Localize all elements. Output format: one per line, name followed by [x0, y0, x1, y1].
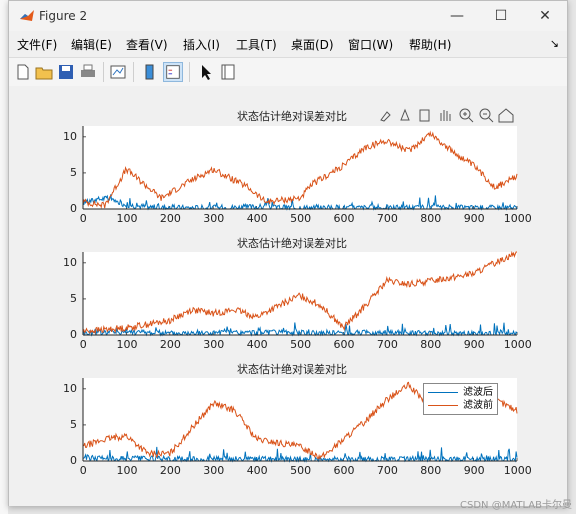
- menu-file[interactable]: 文件(F): [17, 36, 57, 53]
- matlab-logo-icon: [20, 10, 34, 21]
- zoom-in-icon[interactable]: [459, 108, 474, 123]
- menu-window[interactable]: 窗口(W): [348, 36, 393, 53]
- y-tick-label: 0: [70, 328, 77, 341]
- x-tick-label: 900: [463, 212, 485, 225]
- maximize-button[interactable]: ☐: [479, 1, 523, 31]
- save-icon[interactable]: [56, 62, 76, 82]
- x-tick-label: 200: [159, 338, 181, 351]
- print-icon[interactable]: [78, 62, 98, 82]
- plots-svg: [82, 126, 518, 463]
- y-tick-label: 5: [70, 165, 77, 179]
- menu-help[interactable]: 帮助(H): [409, 36, 451, 53]
- x-tick-label: 0: [79, 338, 87, 351]
- menu-dock-arrow-icon[interactable]: ↘: [550, 37, 559, 50]
- x-tick-label: 700: [376, 464, 398, 477]
- zoom-out-icon[interactable]: [479, 108, 494, 123]
- window-title: Figure 2: [39, 9, 88, 23]
- minimize-button[interactable]: —: [435, 1, 479, 31]
- x-tick-label: 400: [246, 212, 268, 225]
- figure-window: Figure 2 — ☐ ✕ 文件(F) 编辑(E) 查看(V) 插入(I) 工…: [8, 0, 568, 506]
- legend-line-filtered: [428, 391, 458, 393]
- data-tip-icon[interactable]: [400, 108, 410, 121]
- legend-line-raw: [428, 404, 458, 406]
- legend-entry-raw: 滤波前: [428, 399, 493, 412]
- x-tick-label: 700: [376, 338, 398, 351]
- x-tick-label: 400: [246, 464, 268, 477]
- menu-view[interactable]: 查看(V): [126, 36, 168, 53]
- legend-label-filtered: 滤波后: [463, 387, 493, 398]
- y-tick-label: 10: [63, 381, 77, 395]
- x-tick-label: 600: [333, 212, 355, 225]
- colorbar-icon[interactable]: [140, 62, 160, 82]
- legend[interactable]: 滤波后 滤波前: [423, 383, 498, 415]
- x-tick-label: 700: [376, 212, 398, 225]
- x-tick-label: 900: [463, 338, 485, 351]
- y-tick-label: 0: [70, 202, 77, 215]
- x-tick-label: 100: [116, 212, 138, 225]
- home-icon[interactable]: [498, 108, 514, 123]
- watermark: CSDN @MATLAB卡尔曼: [460, 500, 572, 511]
- title-bar: Figure 2 — ☐ ✕: [9, 1, 567, 31]
- axes1-title: 状态估计绝对误差对比: [237, 110, 347, 123]
- close-button[interactable]: ✕: [523, 1, 567, 31]
- legend-entry-filtered: 滤波后: [428, 386, 493, 399]
- y-tick-label: 10: [63, 255, 77, 269]
- figure-toolbar: [9, 57, 567, 87]
- x-tick-label: 100: [116, 338, 138, 351]
- property-inspector-icon[interactable]: [218, 62, 238, 82]
- x-tick-label: 600: [333, 338, 355, 351]
- y-tick-label: 0: [70, 454, 77, 467]
- x-tick-label: 500: [290, 212, 312, 225]
- axes2-title: 状态估计绝对误差对比: [237, 237, 347, 250]
- x-tick-label: 200: [159, 464, 181, 477]
- x-tick-label: 200: [159, 212, 181, 225]
- legend-label-raw: 滤波前: [463, 400, 493, 411]
- x-tick-label: 800: [420, 212, 442, 225]
- menu-edit[interactable]: 编辑(E): [71, 36, 112, 53]
- axes1-background: [83, 126, 517, 209]
- x-tick-label: 0: [79, 212, 87, 225]
- x-tick-label: 0: [79, 464, 87, 477]
- x-tick-label: 300: [203, 212, 225, 225]
- menu-insert[interactable]: 插入(I): [183, 36, 220, 53]
- x-tick-label: 400: [246, 338, 268, 351]
- x-tick-label: 300: [203, 464, 225, 477]
- menu-desktop[interactable]: 桌面(D): [291, 36, 334, 53]
- y-tick-label: 5: [70, 291, 77, 305]
- x-tick-label: 300: [203, 338, 225, 351]
- x-tick-label: 900: [463, 464, 485, 477]
- x-tick-label: 600: [333, 464, 355, 477]
- legend-toggle-icon[interactable]: [163, 62, 183, 82]
- brush-icon[interactable]: [380, 111, 391, 122]
- figure-canvas: 状态估计绝对误差对比 状态估计绝对误差对比 状态估计绝对误差对比 0 100 200…: [9, 86, 567, 506]
- axes2-background: [83, 252, 517, 335]
- y-tick-label: 5: [70, 417, 77, 431]
- x-tick-label: 1000: [503, 464, 532, 477]
- axes-toolbar: [380, 108, 514, 123]
- menu-tools[interactable]: 工具(T): [236, 36, 277, 53]
- y-tick-label: 10: [63, 129, 77, 143]
- x-tick-label: 100: [116, 464, 138, 477]
- pan-icon[interactable]: [440, 110, 451, 121]
- x-tick-label: 500: [290, 338, 312, 351]
- menu-bar: 文件(F) 编辑(E) 查看(V) 插入(I) 工具(T) 桌面(D) 窗口(W…: [9, 33, 567, 55]
- link-plot-icon[interactable]: [108, 62, 128, 82]
- x-tick-label: 500: [290, 464, 312, 477]
- edit-plot-pointer-icon[interactable]: [196, 62, 216, 82]
- x-tick-label: 800: [420, 338, 442, 351]
- x-tick-label: 1000: [503, 212, 532, 225]
- open-file-icon[interactable]: [34, 62, 54, 82]
- x-tick-label: 1000: [503, 338, 532, 351]
- background-left-strip: [0, 0, 8, 514]
- axes3-title: 状态估计绝对误差对比: [237, 363, 347, 376]
- new-figure-icon[interactable]: [13, 62, 33, 82]
- legend-icon[interactable]: [419, 109, 430, 122]
- x-tick-label: 800: [420, 464, 442, 477]
